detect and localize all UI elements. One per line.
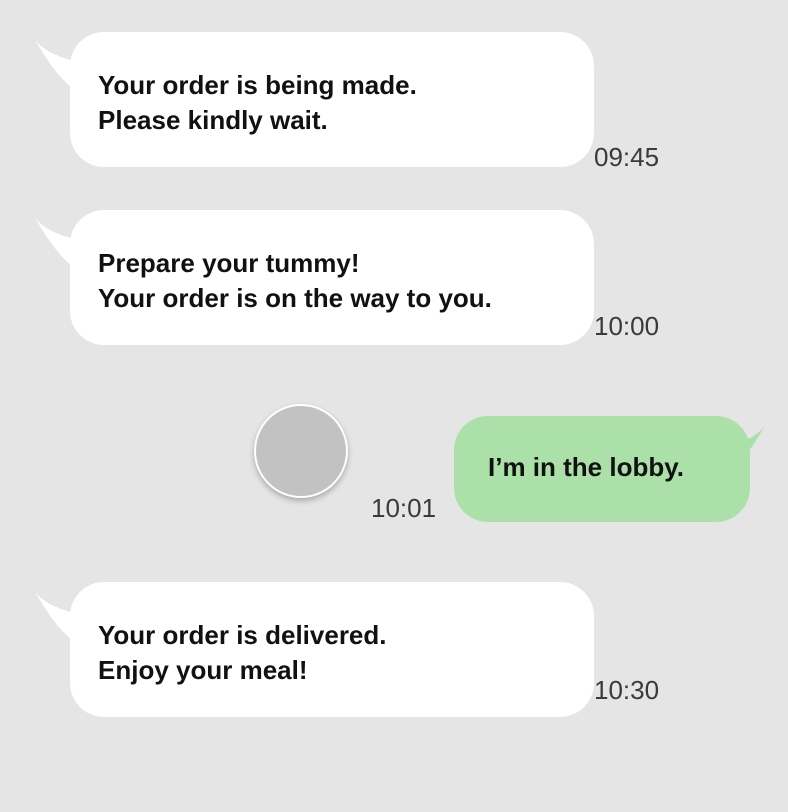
avatar[interactable] — [254, 404, 348, 498]
message-timestamp: 10:01 — [371, 493, 437, 523]
message-text-line: Your order is on the way to you. — [98, 283, 492, 313]
message-text-line: Enjoy your meal! — [98, 655, 308, 685]
message-text-line: Your order is delivered. — [98, 620, 387, 650]
message-timestamp: 10:30 — [594, 675, 660, 705]
outgoing-message-bubble[interactable]: I’m in the lobby. — [454, 416, 750, 522]
incoming-message-bubble[interactable]: Your order is delivered. Enjoy your meal… — [70, 582, 594, 717]
incoming-message-bubble[interactable]: Prepare your tummy! Your order is on the… — [70, 210, 594, 345]
message-timestamp: 09:45 — [594, 142, 660, 172]
message-timestamp: 10:00 — [594, 311, 660, 341]
message-text-line: I’m in the lobby. — [488, 452, 684, 482]
message-text-line: Please kindly wait. — [98, 105, 328, 135]
message-text-line: Prepare your tummy! — [98, 248, 360, 278]
incoming-message-bubble[interactable]: Your order is being made. Please kindly … — [70, 32, 594, 167]
message-text-line: Your order is being made. — [98, 70, 417, 100]
chat-thread: Your order is being made. Please kindly … — [0, 0, 788, 812]
